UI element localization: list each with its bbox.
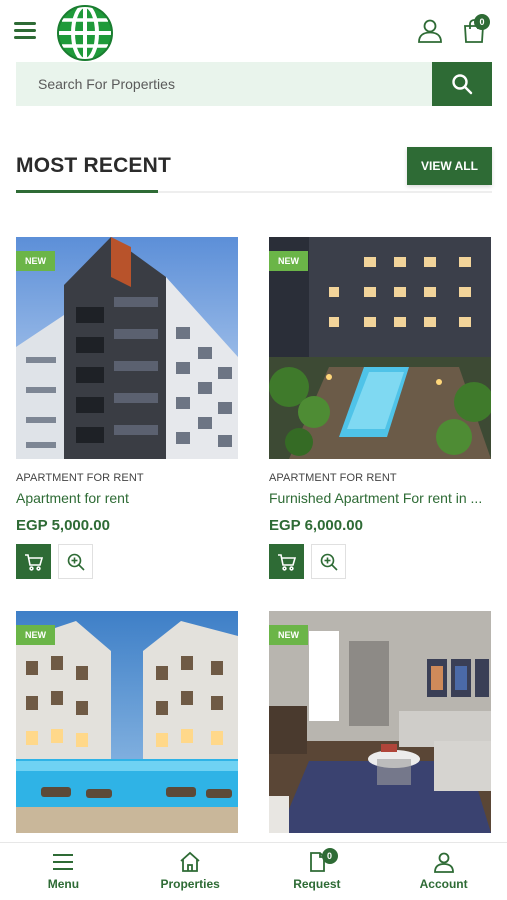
property-card: NEW	[269, 611, 491, 833]
nav-item-properties[interactable]: Properties	[127, 843, 254, 900]
new-badge: NEW	[16, 625, 55, 645]
property-card: NEW	[16, 611, 238, 833]
user-icon	[433, 852, 454, 873]
card-actions	[269, 544, 491, 579]
app-header: 0	[0, 0, 507, 62]
cart-icon	[277, 553, 296, 571]
bottom-navigation: Menu Properties 0 Request Account	[0, 842, 507, 900]
nav-item-menu[interactable]: Menu	[0, 843, 127, 900]
request-count-badge: 0	[321, 848, 338, 864]
add-to-cart-button[interactable]	[269, 544, 304, 579]
nav-item-request[interactable]: 0 Request	[254, 843, 381, 900]
new-badge: NEW	[269, 625, 308, 645]
nav-label: Properties	[160, 877, 220, 891]
nav-label: Menu	[47, 877, 80, 891]
search-bar	[16, 62, 492, 106]
property-image[interactable]: NEW	[16, 611, 238, 833]
menu-icon	[53, 854, 74, 870]
property-card: NEW APARTMENT FOR RENT Apartment for ren…	[16, 237, 238, 579]
nav-item-account[interactable]: Account	[380, 843, 507, 900]
property-title[interactable]: Furnished Apartment For rent in ...	[269, 490, 491, 506]
property-price: EGP 5,000.00	[16, 517, 110, 534]
new-badge: NEW	[16, 251, 55, 271]
property-image[interactable]: NEW	[269, 611, 491, 833]
search-button[interactable]	[432, 62, 492, 106]
user-account-icon[interactable]	[417, 18, 443, 44]
cart-count-badge: 0	[474, 14, 490, 30]
add-to-cart-button[interactable]	[16, 544, 51, 579]
search-input[interactable]	[16, 62, 432, 106]
section-title: MOST RECENT	[16, 154, 172, 177]
property-price: EGP 6,000.00	[269, 517, 363, 534]
view-all-button[interactable]: VIEW ALL	[407, 147, 492, 185]
quick-view-button[interactable]	[311, 544, 346, 579]
property-image[interactable]: NEW	[16, 237, 238, 459]
property-card: NEW APARTMENT FOR RENT Furnished Apartme…	[269, 237, 491, 579]
nav-label: Request	[293, 877, 341, 891]
property-category: APARTMENT FOR RENT	[269, 472, 397, 484]
title-underline	[16, 190, 158, 193]
zoom-in-icon	[67, 553, 85, 571]
quick-view-button[interactable]	[58, 544, 93, 579]
property-title[interactable]: Apartment for rent	[16, 490, 238, 506]
hamburger-menu-icon[interactable]	[14, 22, 36, 40]
globe-logo[interactable]	[54, 2, 116, 64]
card-actions	[16, 544, 238, 579]
cart-icon	[24, 553, 43, 571]
property-image[interactable]: NEW	[269, 237, 491, 459]
nav-label: Account	[419, 877, 468, 891]
property-category: APARTMENT FOR RENT	[16, 472, 144, 484]
home-icon	[180, 851, 200, 872]
zoom-in-icon	[320, 553, 338, 571]
search-icon	[452, 74, 473, 95]
new-badge: NEW	[269, 251, 308, 271]
